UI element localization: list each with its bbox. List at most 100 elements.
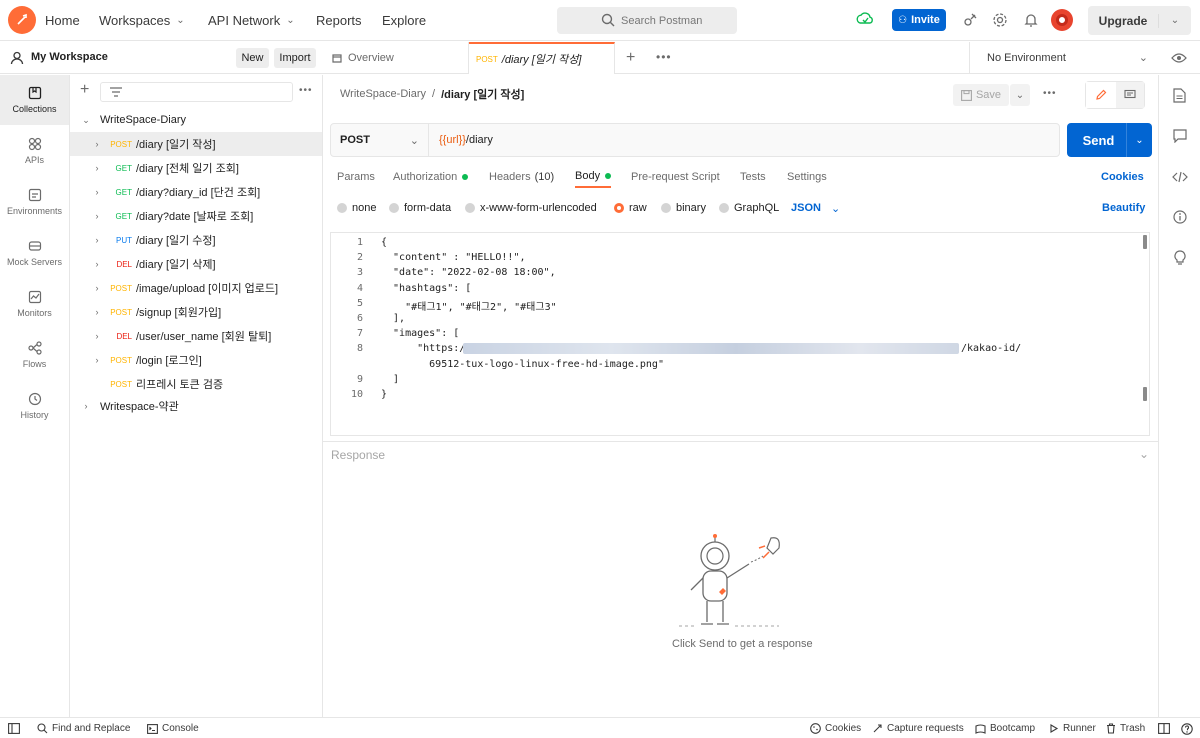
collections-more-icon[interactable]: ••• bbox=[299, 85, 313, 96]
tabs-more-icon[interactable]: ••• bbox=[656, 50, 672, 64]
info-icon[interactable] bbox=[1173, 210, 1187, 224]
capture-requests-button[interactable]: Capture requests bbox=[872, 718, 964, 738]
method-badge: POST bbox=[110, 283, 132, 293]
invite-button[interactable]: ⚇ Invite bbox=[892, 9, 946, 31]
chevron-down-icon[interactable]: ⌄ bbox=[1126, 123, 1152, 157]
save-button[interactable]: Save bbox=[953, 84, 1009, 106]
tree-request-item[interactable]: › POST 리프레시 토큰 검증 bbox=[70, 372, 322, 396]
lightbulb-icon[interactable] bbox=[1174, 250, 1186, 266]
tab-body[interactable]: Body bbox=[575, 166, 612, 188]
tab-prerequest-script[interactable]: Pre-request Script bbox=[631, 166, 720, 188]
sidebar-item-history[interactable]: History bbox=[0, 381, 69, 431]
url-input[interactable]: {{url}} /diary bbox=[439, 124, 493, 156]
tree-request-item[interactable]: › GET /diary [전체 일기 조회] bbox=[70, 156, 322, 180]
toggle-sidebar-icon[interactable] bbox=[8, 718, 20, 738]
bell-icon[interactable] bbox=[1023, 12, 1039, 28]
body-type-form-data[interactable]: form-data bbox=[389, 199, 451, 217]
sidebar-item-monitors[interactable]: Monitors bbox=[0, 279, 69, 329]
beautify-link[interactable]: Beautify bbox=[1102, 199, 1145, 217]
request-url-bar: POST ⌄ {{url}} /diary bbox=[330, 123, 1060, 157]
bootcamp-label: Bootcamp bbox=[990, 723, 1036, 734]
tab-authorization[interactable]: Authorization bbox=[393, 166, 469, 188]
help-icon[interactable] bbox=[1181, 718, 1193, 738]
breadcrumb-separator: / bbox=[432, 88, 436, 100]
nav-home[interactable]: Home bbox=[45, 0, 80, 41]
tab-settings[interactable]: Settings bbox=[787, 166, 827, 188]
body-type-none[interactable]: none bbox=[337, 199, 376, 217]
request-more-icon[interactable]: ••• bbox=[1043, 88, 1057, 99]
avatar[interactable] bbox=[1051, 9, 1073, 31]
cookies-button[interactable]: Cookies bbox=[810, 718, 861, 738]
trash-button[interactable]: Trash bbox=[1106, 718, 1145, 738]
documentation-icon[interactable] bbox=[1173, 88, 1186, 103]
sidebar-item-mock-servers[interactable]: Mock Servers bbox=[0, 228, 69, 278]
tab-params[interactable]: Params bbox=[337, 166, 375, 188]
import-button[interactable]: Import bbox=[274, 48, 316, 68]
collection-writespace-diary[interactable]: ⌄ WriteSpace-Diary bbox=[70, 108, 322, 132]
runner-button[interactable]: Runner bbox=[1048, 718, 1096, 738]
tab-tests[interactable]: Tests bbox=[740, 166, 766, 188]
line-number: 2 bbox=[356, 252, 363, 263]
tree-request-item[interactable]: › POST /login [로그인] bbox=[70, 348, 322, 372]
code-icon[interactable] bbox=[1172, 170, 1188, 184]
breadcrumb-parent[interactable]: WriteSpace-Diary bbox=[340, 88, 426, 100]
radio-button bbox=[337, 203, 347, 213]
body-editor[interactable]: 1 2 3 4 5 6 7 8 9 10 { "content" : "HELL… bbox=[330, 232, 1150, 436]
body-type-binary[interactable]: binary bbox=[661, 199, 706, 217]
add-tab-button[interactable]: + bbox=[626, 49, 635, 67]
nav-workspaces[interactable]: Workspaces ⌄ bbox=[99, 0, 185, 41]
satellite-icon[interactable] bbox=[962, 12, 978, 28]
bootcamp-button[interactable]: Bootcamp bbox=[975, 718, 1035, 738]
nav-api-network[interactable]: API Network ⌄ bbox=[208, 0, 295, 41]
sidebar-item-apis[interactable]: APIs bbox=[0, 126, 69, 176]
editor-scrollbar-bottom[interactable] bbox=[1143, 387, 1147, 401]
environment-selector[interactable]: No Environment ⌄ bbox=[969, 42, 1156, 73]
tree-request-item[interactable]: › POST /signup [회원가입] bbox=[70, 300, 322, 324]
cookies-link[interactable]: Cookies bbox=[1101, 166, 1144, 188]
tab-overview[interactable]: Overview bbox=[323, 42, 469, 74]
tree-request-item[interactable]: › PUT /diary [일기 수정] bbox=[70, 228, 322, 252]
tab-headers[interactable]: Headers (10) bbox=[489, 166, 554, 188]
editor-scrollbar-top[interactable] bbox=[1143, 235, 1147, 249]
runner-icon bbox=[1048, 723, 1059, 734]
collection-writespace-terms[interactable]: › Writespace-약관 bbox=[70, 394, 322, 418]
chevron-down-icon[interactable]: ⌄ bbox=[1159, 15, 1191, 26]
tree-request-item[interactable]: › GET /diary?diary_id [단건 조회] bbox=[70, 180, 322, 204]
postman-logo-icon[interactable] bbox=[8, 6, 36, 34]
save-options-chevron-icon[interactable]: ⌄ bbox=[1010, 84, 1030, 106]
collection-filter-input[interactable] bbox=[100, 82, 293, 102]
sidebar-item-collections[interactable]: Collections bbox=[0, 75, 69, 125]
sidebar-item-environments[interactable]: Environments bbox=[0, 177, 69, 227]
chevron-down-icon[interactable]: ⌄ bbox=[1139, 447, 1149, 461]
edit-pencil-icon[interactable] bbox=[1086, 82, 1116, 108]
sync-status-icon[interactable] bbox=[856, 11, 874, 29]
body-type-urlencoded[interactable]: x-www-form-urlencoded bbox=[465, 199, 597, 217]
tree-request-item[interactable]: › POST /image/upload [이미지 업로드] bbox=[70, 276, 322, 300]
nav-explore[interactable]: Explore bbox=[382, 0, 426, 41]
add-collection-button[interactable]: + bbox=[80, 81, 89, 99]
chevron-right-icon: › bbox=[95, 235, 99, 245]
body-type-graphql[interactable]: GraphQL bbox=[719, 199, 779, 217]
send-button[interactable]: Send ⌄ bbox=[1067, 123, 1152, 157]
upgrade-button[interactable]: Upgrade ⌄ bbox=[1088, 6, 1191, 35]
nav-reports[interactable]: Reports bbox=[316, 0, 362, 41]
search-input[interactable]: Search Postman bbox=[557, 7, 737, 34]
two-pane-icon[interactable] bbox=[1158, 718, 1170, 738]
find-replace-button[interactable]: Find and Replace bbox=[37, 718, 130, 738]
gear-icon[interactable] bbox=[992, 12, 1008, 28]
new-button[interactable]: New bbox=[236, 48, 269, 68]
console-button[interactable]: Console bbox=[147, 718, 199, 738]
method-select[interactable]: POST ⌄ bbox=[331, 124, 429, 156]
comment-icon[interactable] bbox=[1116, 82, 1144, 108]
tree-request-item[interactable]: › DEL /user/user_name [회원 탈퇴] bbox=[70, 324, 322, 348]
tree-request-item[interactable]: › DEL /diary [일기 삭제] bbox=[70, 252, 322, 276]
tree-request-item[interactable]: › GET /diary?date [날짜로 조회] bbox=[70, 204, 322, 228]
tree-request-item[interactable]: › POST /diary [일기 작성] bbox=[70, 132, 322, 156]
eye-icon[interactable] bbox=[1171, 51, 1187, 65]
sidebar-rail: Collections APIs Environments Mock Serve… bbox=[0, 75, 70, 717]
tab-post-diary[interactable]: POST /diary [일기 작성] bbox=[469, 42, 615, 74]
body-format-select[interactable]: JSON ⌄ bbox=[791, 199, 840, 217]
comments-icon[interactable] bbox=[1173, 129, 1187, 143]
sidebar-item-flows[interactable]: Flows bbox=[0, 330, 69, 380]
body-type-raw[interactable]: raw bbox=[614, 199, 647, 217]
